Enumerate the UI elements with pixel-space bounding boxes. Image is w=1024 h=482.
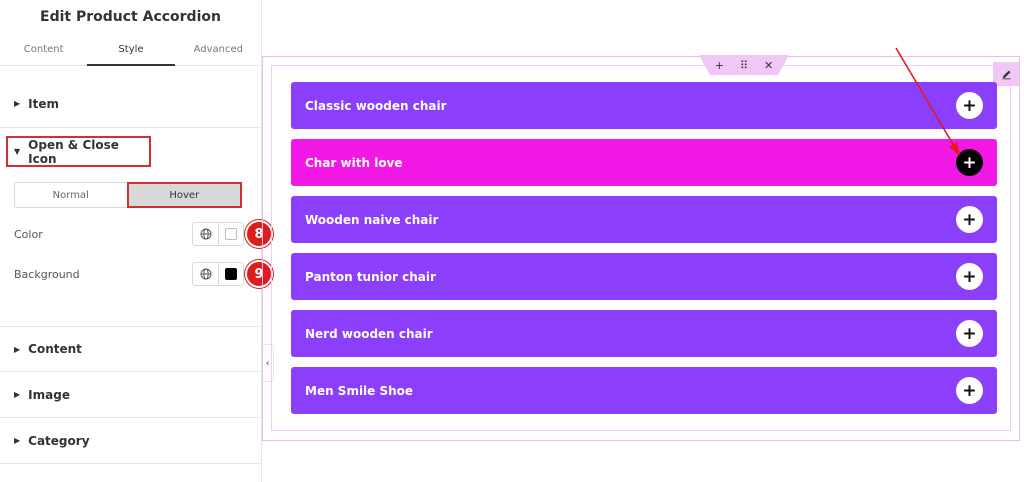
section-content-label: Content [28,342,82,356]
background-swatch [225,268,237,280]
caret-right-icon: ▶ [14,99,21,108]
section-open-close-label: Open & Close Icon [28,137,119,166]
accordion-item-title: Panton tunior chair [305,269,436,284]
edit-widget-button[interactable] [993,62,1019,86]
hover-tab[interactable]: Hover [126,182,242,208]
accordion-item-title: Wooden naive chair [305,212,439,227]
caret-right-icon: ▶ [14,436,21,445]
accordion-item-title: Nerd wooden chair [305,326,433,341]
accordion-item[interactable]: Nerd wooden chair + [291,310,997,357]
accordion-item[interactable]: Wooden naive chair + [291,196,997,243]
section-item[interactable]: ▶ Item [0,80,262,128]
section-image-label: Image [28,387,70,402]
accordion-item[interactable]: Men Smile Shoe + [291,367,997,414]
accordion-item[interactable]: Panton tunior chair + [291,253,997,300]
state-toggle: Normal Hover [14,182,242,208]
global-colors-icon[interactable] [193,263,219,285]
background-control [192,262,244,286]
color-control [192,222,244,246]
plus-icon[interactable]: + [956,377,983,404]
plus-icon[interactable]: + [956,92,983,119]
panel-title: Edit Product Accordion [40,9,221,25]
accordion-item-title: Men Smile Shoe [305,383,414,398]
caret-right-icon: ▶ [14,344,21,354]
tab-content[interactable]: Content [0,34,87,65]
section-image[interactable]: ▶ Image [0,372,262,418]
caret-down-icon: ▼ [14,147,21,156]
plus-icon[interactable]: + [956,263,983,290]
editor-panel: Edit Product Accordion Content Style Adv… [0,0,273,482]
section-item-label: Item [28,96,59,111]
pencil-icon [1001,70,1011,79]
color-swatch-button[interactable] [219,223,243,245]
plus-icon[interactable]: + [956,149,983,176]
background-label: Background [14,268,80,281]
accordion-item-active[interactable]: Char with love + [291,139,997,186]
color-label: Color [14,228,43,241]
tab-style[interactable]: Style [87,34,175,66]
section-content[interactable]: ▶ Content [0,326,262,372]
plus-icon[interactable]: + [956,320,983,347]
accordion-item-title: Char with love [305,155,403,170]
plus-icon[interactable]: + [956,206,983,233]
section-category[interactable]: ▶ Category [0,418,262,464]
section-category-label: Category [28,433,90,448]
section-open-close-icon[interactable]: ▼ Open & Close Icon [6,136,151,167]
background-swatch-button[interactable] [219,263,243,285]
accordion-item-title: Classic wooden chair [305,98,447,113]
color-swatch [225,228,237,240]
add-icon[interactable]: + [715,59,724,72]
accordion-item[interactable]: Classic wooden chair + [291,82,997,129]
normal-tab[interactable]: Normal [15,183,127,207]
global-colors-icon[interactable] [193,223,219,245]
panel-tabs: Content Style Advanced [0,34,262,66]
drag-handle-icon[interactable]: ⠿ [740,59,748,72]
tab-advanced[interactable]: Advanced [175,34,262,65]
close-icon[interactable]: ✕ [764,59,773,72]
section-handle: + ⠿ ✕ [699,55,789,75]
caret-right-icon: ▶ [14,390,21,399]
